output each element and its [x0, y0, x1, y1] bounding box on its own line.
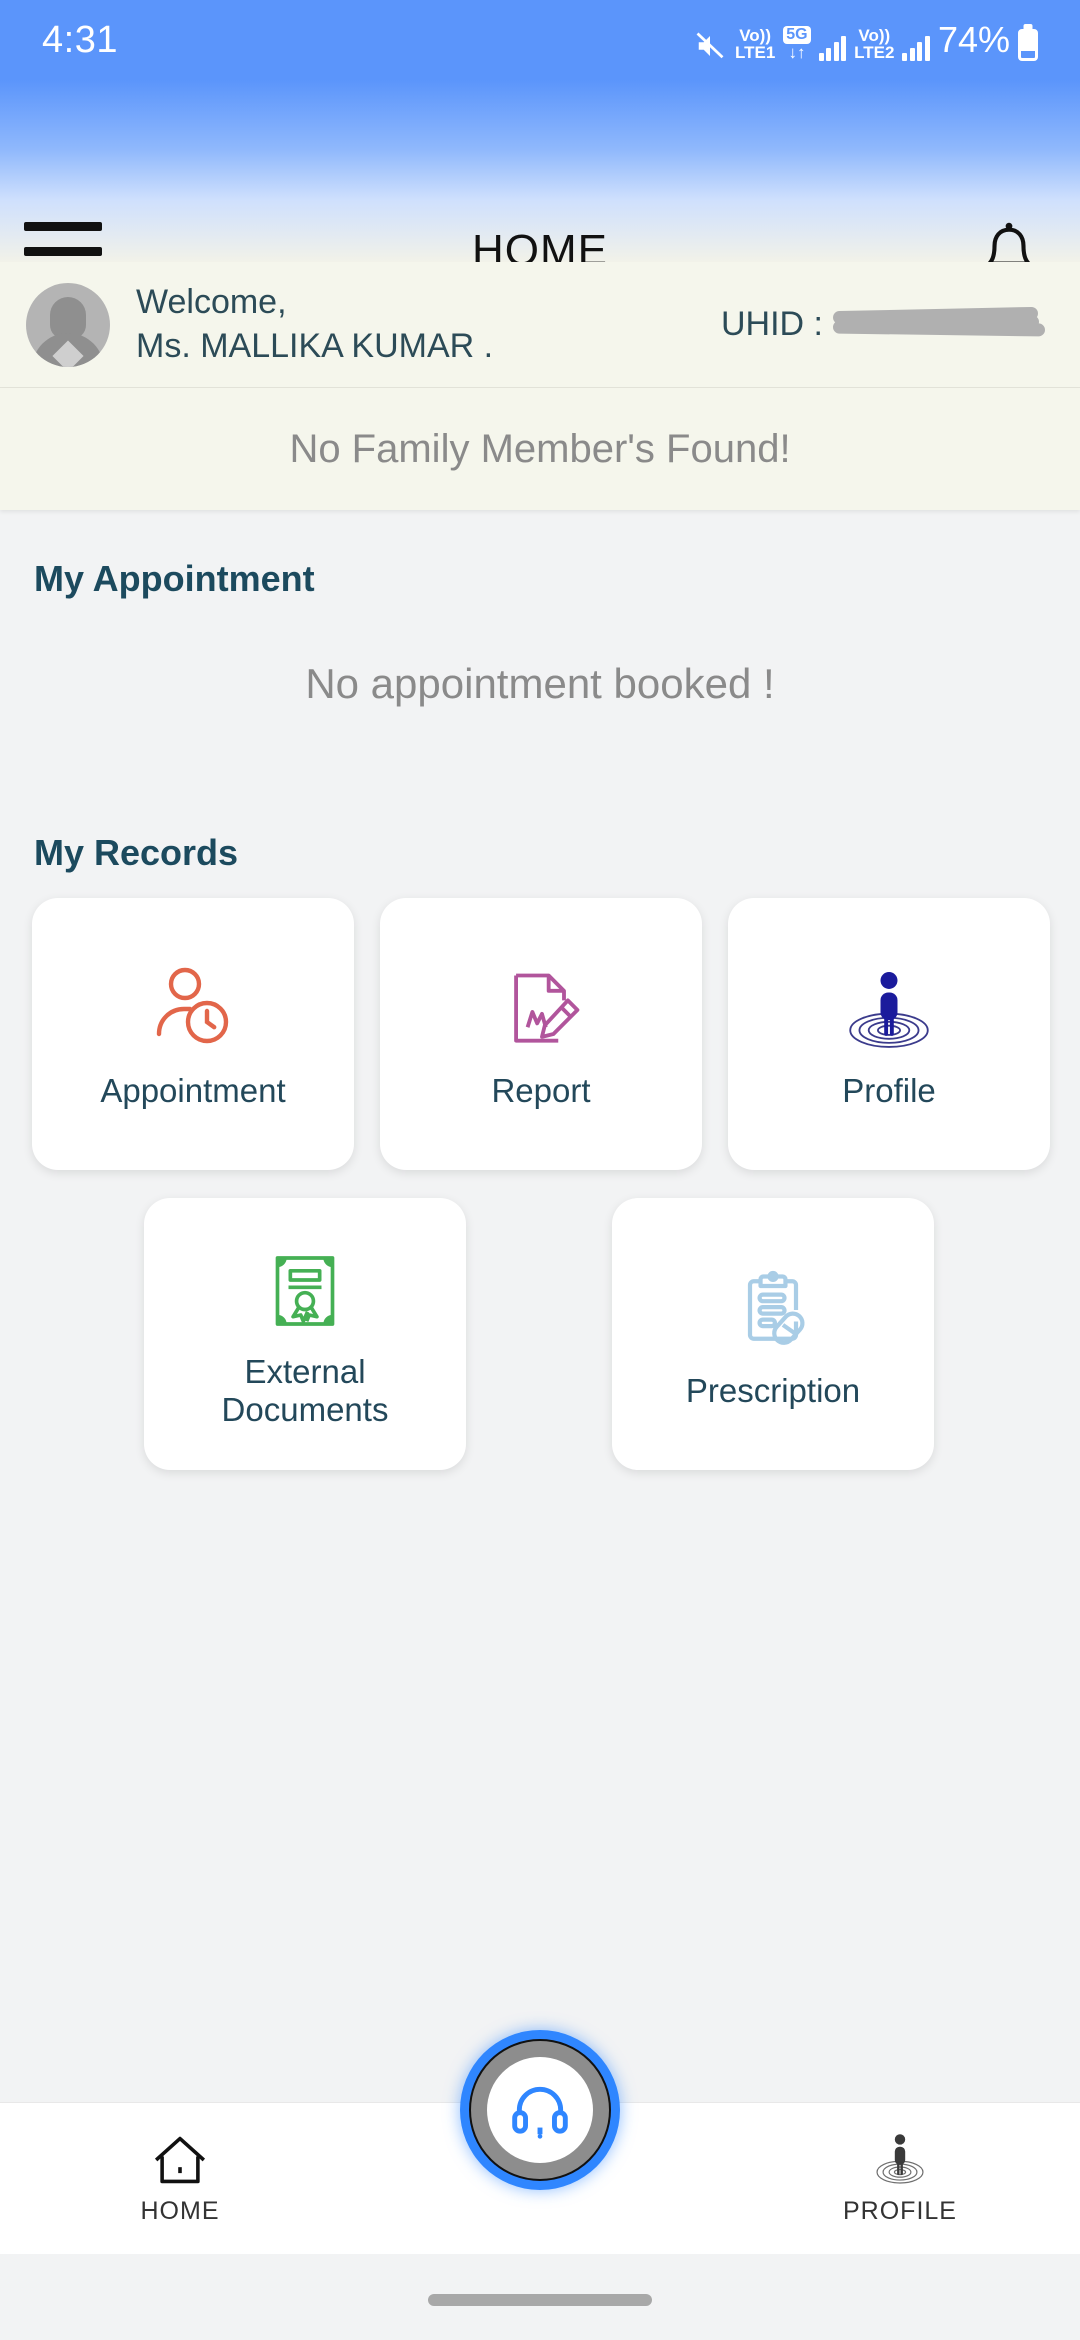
headset-icon — [512, 2086, 568, 2139]
record-card-external-documents[interactable]: External Documents — [144, 1198, 466, 1470]
uhid-display: UHID : — [721, 305, 1054, 344]
welcome-greeting: Welcome, — [136, 282, 287, 321]
record-card-label: External Documents — [221, 1353, 389, 1428]
welcome-text: Welcome, Ms. MALLIKA KUMAR . — [136, 281, 493, 368]
record-card-appointment[interactable]: Appointment — [32, 898, 354, 1170]
record-card-profile[interactable]: Profile — [728, 898, 1050, 1170]
family-members-band: No Family Member's Found! — [0, 388, 1080, 510]
record-card-prescription[interactable]: Prescription — [612, 1198, 934, 1470]
home-icon — [154, 2136, 206, 2184]
record-card-label: Prescription — [685, 1372, 861, 1410]
data-arrows-icon: ↓↑ — [788, 43, 806, 62]
gesture-navigation-bar — [428, 2294, 652, 2306]
appointment-empty-message: No appointment booked ! — [305, 660, 775, 707]
fab-ring — [469, 2039, 611, 2181]
sim2-indicator: Vo)) LTE2 — [854, 27, 894, 61]
phone-screen: 4:31 Vo)) LTE1 5G ↓↑ Vo)) LTE2 74% HOME … — [0, 0, 1080, 2340]
5g-badge: 5G — [783, 26, 811, 44]
sim1-network-label: LTE1 — [734, 43, 776, 62]
report-document-pencil-icon — [495, 958, 587, 1062]
signal-bars-sim2-icon — [902, 35, 930, 61]
welcome-bar: Welcome, Ms. MALLIKA KUMAR . UHID : — [0, 262, 1080, 388]
battery-icon — [1018, 29, 1038, 61]
profile-person-rings-icon — [876, 2134, 924, 2184]
support-fab-button[interactable] — [460, 2030, 620, 2190]
record-card-label: Report — [491, 1072, 591, 1110]
sim2-volte-label: Vo)) — [858, 26, 891, 45]
nav-item-home[interactable]: HOME — [0, 2131, 360, 2226]
fab-core — [487, 2057, 593, 2163]
nav-home-label: HOME — [140, 2197, 220, 2225]
status-time: 4:31 — [42, 18, 118, 61]
certificate-icon — [261, 1239, 349, 1343]
network-5g-indicator: 5G ↓↑ — [783, 26, 811, 62]
prescription-clipboard-pills-icon — [727, 1258, 819, 1362]
status-bar: 4:31 Vo)) LTE1 5G ↓↑ Vo)) LTE2 74% — [0, 0, 1080, 80]
family-empty-message: No Family Member's Found! — [289, 426, 791, 471]
battery-percentage: 74% — [937, 19, 1010, 60]
nav-profile-label: PROFILE — [843, 2197, 957, 2225]
sim1-volte-label: Vo)) — [739, 26, 772, 45]
appointment-clock-person-icon — [145, 958, 241, 1062]
mute-icon — [696, 32, 724, 59]
record-card-label: Profile — [842, 1072, 936, 1110]
status-icons: Vo)) LTE1 5G ↓↑ Vo)) LTE2 74% — [693, 19, 1038, 61]
sim2-network-label: LTE2 — [854, 43, 895, 62]
my-records-heading: My Records — [34, 832, 239, 873]
my-appointment-heading: My Appointment — [34, 558, 315, 599]
record-card-label: Appointment — [100, 1072, 286, 1110]
welcome-user-name: Ms. MALLIKA KUMAR . — [136, 326, 494, 365]
nav-item-profile[interactable]: PROFILE — [720, 2131, 1080, 2226]
record-card-report[interactable]: Report — [380, 898, 702, 1170]
uhid-label: UHID : — [721, 305, 823, 343]
signal-bars-sim1-icon — [818, 35, 847, 61]
profile-person-rings-icon — [841, 958, 937, 1062]
sim1-indicator: Vo)) LTE1 — [735, 27, 775, 61]
user-avatar-icon — [26, 282, 110, 367]
uhid-redacted-value — [832, 306, 1048, 342]
app-bar: HOME — [0, 80, 1080, 281]
